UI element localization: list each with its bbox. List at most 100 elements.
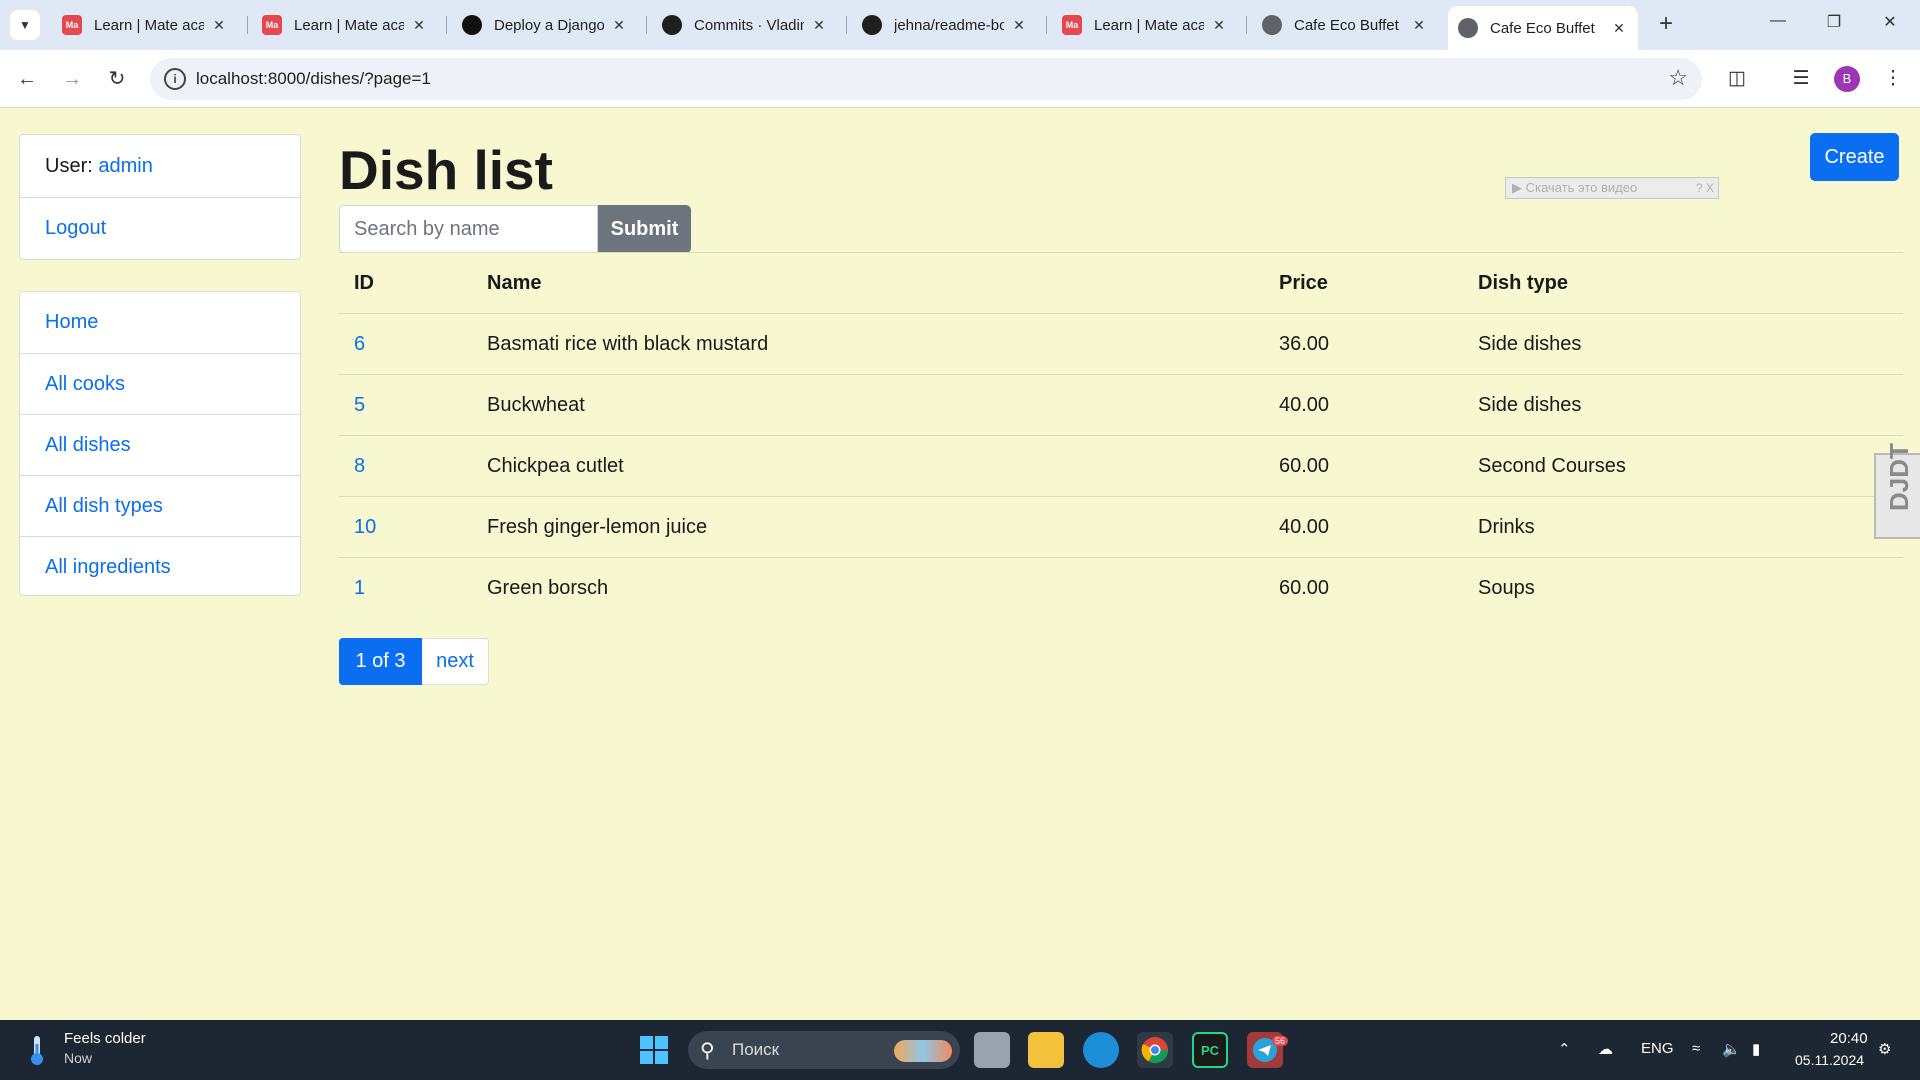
- sidebar-item-dishes[interactable]: All dishes: [20, 414, 300, 475]
- search-input[interactable]: [339, 205, 598, 253]
- window-close-icon[interactable]: ✕: [1870, 12, 1910, 32]
- clock-time[interactable]: 20:40: [1830, 1030, 1868, 1047]
- next-page-link[interactable]: next: [422, 638, 489, 685]
- table-header-row: ID Name Price Dish type: [339, 252, 1903, 314]
- tab-6[interactable]: Ma Learn | Mate academy ✕: [1052, 8, 1238, 42]
- dish-type: Drinks: [1463, 496, 1903, 558]
- address-bar[interactable]: i localhost:8000/dishes/?page=1 ☆: [150, 58, 1702, 100]
- wifi-icon[interactable]: ≈: [1692, 1040, 1700, 1057]
- dish-id-link[interactable]: 10: [354, 516, 376, 538]
- tab-1[interactable]: Ma Learn | Mate academy ✕: [52, 8, 238, 42]
- nav-link-dish-types[interactable]: All dish types: [45, 495, 163, 518]
- create-button[interactable]: Create: [1810, 133, 1899, 181]
- logout-link[interactable]: Logout: [45, 217, 106, 240]
- tab-separator: [1246, 16, 1247, 34]
- tab-2[interactable]: Ma Learn | Mate academy ✕: [252, 8, 438, 42]
- sidebar-item-home[interactable]: Home: [20, 292, 300, 353]
- nav-link-home[interactable]: Home: [45, 311, 98, 334]
- search-icon: ⚲: [700, 1040, 715, 1062]
- volume-icon[interactable]: 🔈: [1722, 1040, 1741, 1058]
- thermometer-icon[interactable]: [24, 1034, 50, 1066]
- column-header-price: Price: [1264, 252, 1463, 314]
- site-info-icon[interactable]: i: [164, 68, 186, 90]
- browser-menu-icon[interactable]: ⋮: [1878, 64, 1908, 94]
- notification-bell-icon[interactable]: ⚙: [1878, 1040, 1891, 1058]
- weather-subtitle[interactable]: Now: [64, 1050, 92, 1066]
- tab-3[interactable]: Deploy a Django ✕: [452, 8, 638, 42]
- edge-icon[interactable]: [1083, 1032, 1119, 1068]
- weather-title[interactable]: Feels colder: [64, 1030, 146, 1047]
- close-icon[interactable]: ✕: [410, 17, 428, 34]
- task-view-icon[interactable]: [974, 1032, 1010, 1068]
- download-video-label[interactable]: ▶ Скачать это видео: [1512, 180, 1637, 196]
- url-text[interactable]: localhost:8000/dishes/?page=1: [196, 69, 431, 89]
- render-icon: [462, 15, 482, 35]
- submit-button[interactable]: Submit: [598, 205, 691, 253]
- minimize-icon[interactable]: —: [1758, 12, 1798, 30]
- table-row: 10 Fresh ginger-lemon juice 40.00 Drinks: [339, 496, 1903, 558]
- django-debug-toolbar-handle[interactable]: DJDT: [1874, 443, 1920, 539]
- pycharm-icon[interactable]: PC: [1192, 1032, 1228, 1068]
- djdt-label[interactable]: DJDT: [1884, 443, 1915, 511]
- tab-title: Cafe Eco Buffet: [1294, 16, 1399, 34]
- tab-4[interactable]: Commits · Vladim ✕: [652, 8, 838, 42]
- nav-link-ingredients[interactable]: All ingredients: [45, 556, 171, 579]
- back-arrow-icon[interactable]: ←: [12, 64, 42, 94]
- chrome-icon[interactable]: [1137, 1032, 1173, 1068]
- dish-id-link[interactable]: 8: [354, 455, 365, 477]
- onedrive-cloud-icon[interactable]: ☁: [1598, 1040, 1613, 1058]
- new-tab-button[interactable]: +: [1652, 11, 1680, 39]
- close-icon[interactable]: ✕: [1410, 17, 1428, 34]
- language-indicator[interactable]: ENG: [1641, 1040, 1674, 1057]
- tab-title: Learn | Mate academy: [94, 16, 204, 34]
- taskbar-search[interactable]: ⚲ Поиск: [688, 1031, 960, 1069]
- tab-separator: [646, 16, 647, 34]
- windows-start-icon[interactable]: [636, 1032, 672, 1068]
- reload-icon[interactable]: ↻: [102, 64, 132, 94]
- close-icon[interactable]: ✕: [1010, 17, 1028, 34]
- close-icon[interactable]: ✕: [210, 17, 228, 34]
- clock-date[interactable]: 05.11.2024: [1795, 1052, 1864, 1068]
- logout-row[interactable]: Logout: [20, 197, 300, 259]
- dish-id-link[interactable]: 5: [354, 394, 365, 416]
- column-header-dish-type: Dish type: [1463, 252, 1903, 314]
- taskbar-search-placeholder[interactable]: Поиск: [732, 1040, 779, 1060]
- profile-avatar[interactable]: B: [1834, 66, 1860, 92]
- tab-8-active[interactable]: Cafe Eco Buffet ✕: [1448, 6, 1638, 50]
- dish-id-link[interactable]: 6: [354, 333, 365, 355]
- battery-icon[interactable]: ▮: [1752, 1040, 1760, 1058]
- extensions-icon[interactable]: ◫: [1722, 64, 1752, 94]
- nav-link-cooks[interactable]: All cooks: [45, 373, 125, 396]
- tray-overflow-chevron-icon[interactable]: ⌃: [1558, 1040, 1571, 1058]
- tab-title: Learn | Mate academy: [1094, 16, 1204, 34]
- globe-icon: [1458, 18, 1478, 38]
- download-video-badge[interactable]: ▶ Скачать это видео ? X: [1505, 177, 1719, 199]
- tab-title: Learn | Mate academy: [294, 16, 404, 34]
- dish-name: Buckwheat: [472, 374, 1264, 436]
- tab-5[interactable]: jehna/readme-bo ✕: [852, 8, 1038, 42]
- username-link[interactable]: admin: [98, 155, 152, 178]
- nav-link-dishes[interactable]: All dishes: [45, 434, 131, 457]
- close-icon[interactable]: ✕: [1610, 20, 1628, 37]
- file-explorer-icon[interactable]: [1028, 1032, 1064, 1068]
- download-badge-controls[interactable]: ? X: [1696, 181, 1714, 195]
- restore-icon[interactable]: ❐: [1814, 12, 1854, 32]
- sidebar-item-ingredients[interactable]: All ingredients: [20, 536, 300, 597]
- tab-7[interactable]: Cafe Eco Buffet ✕: [1252, 8, 1438, 42]
- tab-search-button[interactable]: ▼: [10, 10, 40, 40]
- bookmark-star-icon[interactable]: ☆: [1668, 65, 1688, 91]
- table-row: 5 Buckwheat 40.00 Side dishes: [339, 374, 1903, 436]
- table-row: 1 Green borsch 60.00 Soups: [339, 557, 1903, 619]
- current-page-indicator: 1 of 3: [339, 638, 422, 685]
- close-icon[interactable]: ✕: [1210, 17, 1228, 34]
- forward-arrow-icon[interactable]: →: [57, 64, 87, 94]
- dish-id-link[interactable]: 1: [354, 577, 365, 599]
- dish-price: 60.00: [1264, 557, 1463, 619]
- media-control-icon[interactable]: ☰: [1786, 64, 1816, 94]
- sidebar-item-dish-types[interactable]: All dish types: [20, 475, 300, 536]
- dish-price: 40.00: [1264, 374, 1463, 436]
- close-icon[interactable]: ✕: [610, 17, 628, 34]
- close-icon[interactable]: ✕: [810, 17, 828, 34]
- dish-type: Second Courses: [1463, 435, 1903, 497]
- sidebar-item-cooks[interactable]: All cooks: [20, 353, 300, 414]
